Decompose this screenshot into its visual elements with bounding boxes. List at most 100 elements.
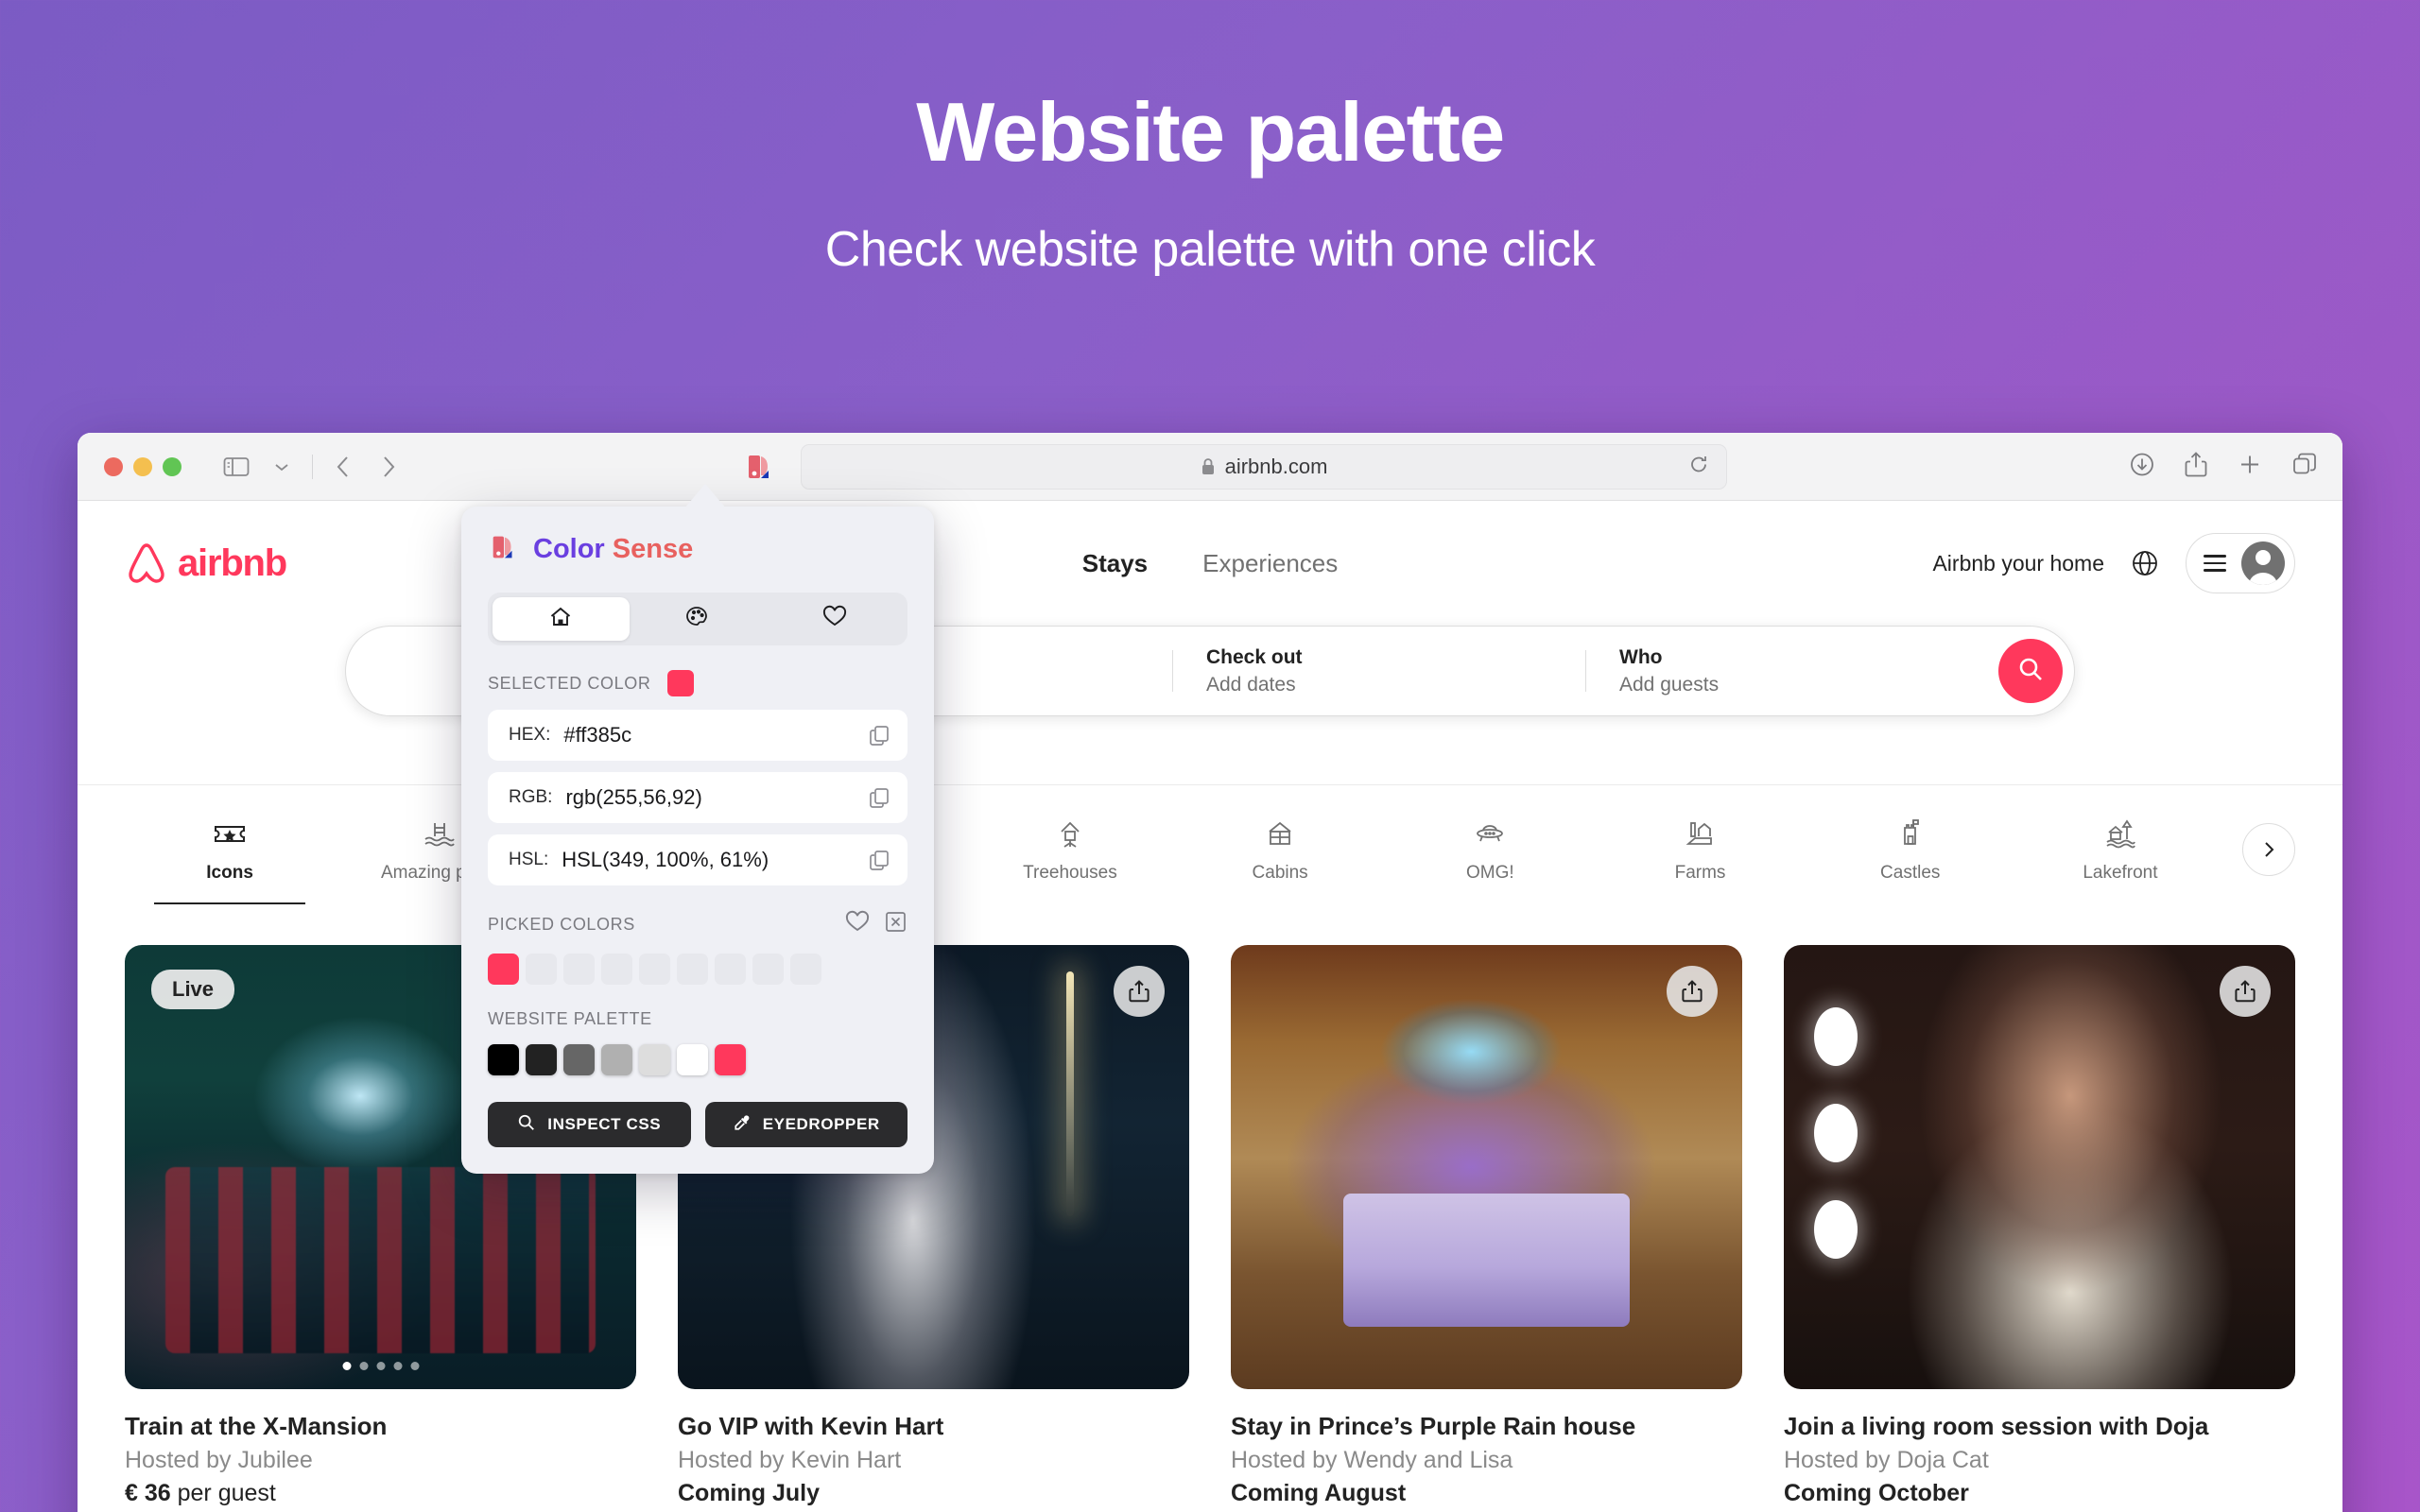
account-menu-button[interactable] bbox=[2186, 533, 2295, 593]
picked-color-swatch[interactable] bbox=[601, 954, 632, 985]
listing-cards: Live Train at the X-Mansion Hosted by Ju… bbox=[125, 945, 2295, 1507]
browser-toolbar: airbnb.com bbox=[78, 433, 2342, 501]
copy-icon[interactable] bbox=[868, 786, 890, 809]
category-lakefront[interactable]: Lakefront bbox=[2015, 816, 2225, 884]
listing-image[interactable] bbox=[1231, 945, 1742, 1389]
checkout-label: Check out bbox=[1206, 645, 1303, 668]
reload-icon[interactable] bbox=[1688, 454, 1709, 479]
airbnb-your-home-link[interactable]: Airbnb your home bbox=[1932, 551, 2104, 576]
share-icon[interactable] bbox=[2220, 966, 2271, 1017]
listing-meta: Coming August bbox=[1231, 1480, 1407, 1506]
palette-swatch[interactable] bbox=[601, 1044, 632, 1075]
maximize-window-button[interactable] bbox=[163, 456, 182, 476]
tab-overview-icon[interactable] bbox=[2291, 451, 2318, 482]
palette-icon bbox=[684, 605, 711, 634]
picked-color-swatch[interactable] bbox=[752, 954, 784, 985]
category-cabins[interactable]: Cabins bbox=[1175, 816, 1385, 884]
listing-host: Hosted by Jubilee bbox=[125, 1447, 313, 1473]
color-sense-popup: Color Sense SELECTED COLOR HEX: #ff385c … bbox=[461, 507, 934, 1174]
category-bar: Icons Amazing pools Historical homes bbox=[78, 784, 2342, 913]
listing-price: € 36 bbox=[125, 1480, 171, 1506]
image-carousel-dots[interactable] bbox=[342, 1362, 419, 1370]
picked-color-swatch[interactable] bbox=[715, 954, 746, 985]
listing-card[interactable]: Stay in Prince’s Purple Rain house Hoste… bbox=[1231, 945, 1742, 1507]
airbnb-nav: Stays Experiences bbox=[1082, 549, 1338, 578]
search-submit-button[interactable] bbox=[1998, 639, 2063, 703]
picked-color-swatch[interactable] bbox=[639, 954, 670, 985]
user-avatar-icon[interactable] bbox=[2241, 541, 2285, 585]
listing-host: Hosted by Doja Cat bbox=[1784, 1447, 1989, 1473]
airbnb-header-right: Airbnb your home bbox=[1932, 533, 2295, 593]
url-bar[interactable]: airbnb.com bbox=[801, 443, 1727, 490]
chevron-down-icon[interactable] bbox=[263, 448, 301, 486]
share-icon[interactable] bbox=[2184, 450, 2208, 483]
palette-swatch[interactable] bbox=[677, 1044, 708, 1075]
search-field-checkout[interactable]: Check out Add dates bbox=[1172, 646, 1585, 696]
new-tab-icon[interactable] bbox=[2237, 451, 2263, 482]
clear-icon[interactable] bbox=[884, 910, 908, 938]
website-palette-label: WEBSITE PALETTE bbox=[488, 1009, 652, 1028]
listing-title: Go VIP with Kevin Hart bbox=[678, 1412, 944, 1440]
listing-price-unit: per guest bbox=[177, 1480, 276, 1506]
home-tab[interactable] bbox=[493, 597, 630, 641]
category-label: OMG! bbox=[1465, 862, 1514, 883]
back-arrow-icon[interactable] bbox=[324, 448, 362, 486]
chevron-right-icon[interactable] bbox=[2242, 822, 2296, 876]
status-badge: Live bbox=[151, 970, 235, 1009]
category-treehouses[interactable]: Treehouses bbox=[965, 816, 1175, 884]
category-icons[interactable]: Icons bbox=[125, 816, 335, 904]
picked-color-swatch[interactable] bbox=[677, 954, 708, 985]
heart-icon[interactable] bbox=[844, 910, 871, 938]
airbnb-page: airbnb Stays Experiences Airbnb your hom… bbox=[78, 501, 2342, 1512]
category-label: Farms bbox=[1674, 862, 1726, 883]
category-omg[interactable]: OMG! bbox=[1385, 816, 1595, 884]
rgb-label: RGB: bbox=[509, 787, 553, 807]
minimize-window-button[interactable] bbox=[133, 456, 152, 476]
nav-experiences[interactable]: Experiences bbox=[1202, 549, 1338, 578]
palette-swatch[interactable] bbox=[526, 1044, 557, 1075]
hsl-value: HSL(349, 100%, 61%) bbox=[562, 848, 769, 871]
category-farms[interactable]: Farms bbox=[1595, 816, 1805, 884]
share-icon[interactable] bbox=[1667, 966, 1718, 1017]
close-window-button[interactable] bbox=[104, 456, 123, 476]
nav-stays[interactable]: Stays bbox=[1082, 549, 1148, 578]
inspect-css-button[interactable]: INSPECT CSS bbox=[488, 1102, 691, 1147]
download-icon[interactable] bbox=[2129, 451, 2155, 482]
copy-icon[interactable] bbox=[868, 849, 890, 871]
search-field-guests[interactable]: Who Add guests bbox=[1585, 646, 1998, 696]
listing-host: Hosted by Kevin Hart bbox=[678, 1447, 902, 1473]
picked-color-swatch[interactable] bbox=[526, 954, 557, 985]
brand-word-color: Color bbox=[533, 534, 605, 564]
forward-arrow-icon[interactable] bbox=[370, 448, 407, 486]
selected-color-swatch[interactable] bbox=[667, 670, 695, 696]
picked-color-swatch[interactable] bbox=[563, 954, 595, 985]
palette-swatch[interactable] bbox=[715, 1044, 746, 1075]
color-sense-extension-icon[interactable] bbox=[739, 446, 781, 488]
copy-icon[interactable] bbox=[868, 724, 890, 747]
favorites-tab[interactable] bbox=[766, 597, 903, 641]
listing-image[interactable] bbox=[1784, 945, 2295, 1389]
rgb-field[interactable]: RGB: rgb(255,56,92) bbox=[488, 772, 908, 823]
palette-swatch[interactable] bbox=[563, 1044, 595, 1075]
hero-title: Website palette bbox=[916, 85, 1505, 179]
window-controls[interactable] bbox=[104, 456, 182, 476]
listing-card[interactable]: Join a living room session with Doja Hos… bbox=[1784, 945, 2295, 1507]
picked-color-swatch[interactable] bbox=[790, 954, 821, 985]
search-icon bbox=[517, 1113, 536, 1137]
hsl-field[interactable]: HSL: HSL(349, 100%, 61%) bbox=[488, 834, 908, 885]
palette-swatch[interactable] bbox=[639, 1044, 670, 1075]
category-castles[interactable]: Castles bbox=[1806, 816, 2015, 884]
picked-colors-label: PICKED COLORS bbox=[488, 914, 635, 934]
share-icon[interactable] bbox=[1114, 966, 1165, 1017]
hex-field[interactable]: HEX: #ff385c bbox=[488, 710, 908, 761]
globe-icon[interactable] bbox=[2131, 549, 2159, 577]
hamburger-icon[interactable] bbox=[2204, 555, 2226, 572]
palette-tab[interactable] bbox=[630, 597, 767, 641]
palette-swatch[interactable] bbox=[488, 1044, 519, 1075]
picked-color-swatch[interactable] bbox=[488, 954, 519, 985]
checkout-value: Add dates bbox=[1206, 673, 1296, 696]
eyedropper-button[interactable]: EYEDROPPER bbox=[704, 1102, 908, 1147]
airbnb-logo[interactable]: airbnb bbox=[125, 541, 287, 586]
sidebar-icon[interactable] bbox=[217, 448, 255, 486]
listing-title: Stay in Prince’s Purple Rain house bbox=[1231, 1412, 1636, 1440]
